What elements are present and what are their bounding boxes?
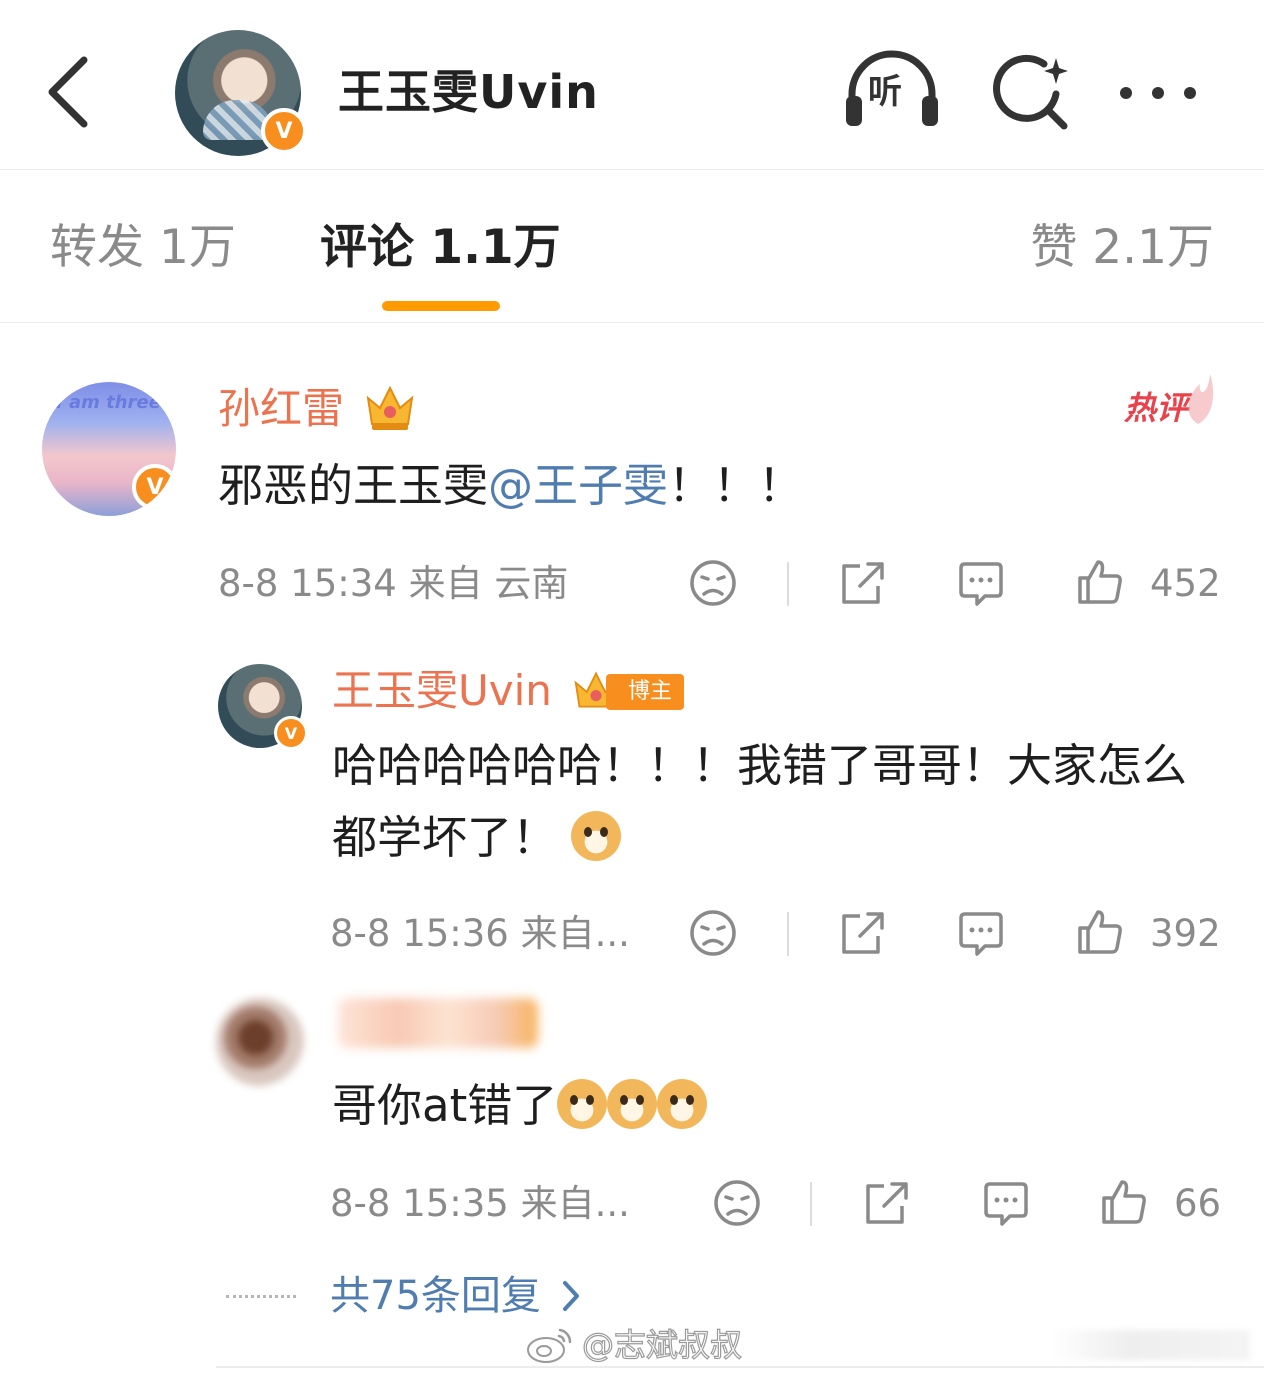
reply-author-name[interactable]: 王玉雯Uvin [332,664,552,718]
chevron-left-icon [48,56,88,128]
hot-comment-tag: 热评 [1124,389,1189,427]
tab-active-indicator [382,301,500,311]
share-icon [866,1182,908,1224]
dotted-divider [226,1294,296,1298]
comment-bubble-icon [959,562,1003,606]
weibo-watermark: @志斌叔叔 [526,1320,743,1370]
reply-meta: 8-8 15:35 来自... [330,1182,630,1225]
reply-button[interactable] [980,1178,1032,1230]
comment-text-suffix: ！！！ [668,459,804,512]
like-button[interactable] [1074,556,1126,608]
dot-icon [1120,87,1132,99]
like-count: 452 [1150,562,1221,605]
thumbs-up-icon [1102,1180,1146,1224]
reply-button[interactable] [955,558,1007,610]
blurred-region [1050,1330,1250,1360]
share-icon [842,562,884,604]
dot-icon [1152,87,1164,99]
dislike-face-icon [690,910,736,956]
reply-avatar-blurred[interactable] [216,998,304,1086]
like-count: 66 [1174,1182,1222,1225]
blogger-badge: 博主 [606,674,685,710]
dot-icon [1184,87,1196,99]
comment-bubble-icon [984,1182,1028,1226]
thumbs-up-icon [1078,560,1122,604]
reply-text-body: 哥你at错了 [332,1079,558,1132]
tab-comment[interactable]: 评论 1.1万 [320,217,561,279]
divider [810,1182,812,1226]
flame-icon [1188,374,1214,424]
share-icon [842,912,884,954]
commenter-avatar[interactable]: I am three V [42,382,176,516]
comment-bubble-icon [959,912,1003,956]
reply-text: 哥你at错了 [332,1070,1192,1142]
search-sparkle-icon [993,54,1068,130]
search-button[interactable] [990,52,1076,138]
tab-repost[interactable]: 转发 1万 [50,217,236,279]
back-button[interactable] [40,52,100,132]
reply-meta: 8-8 15:36 来自... [330,912,630,955]
verified-badge: V [261,108,307,154]
dislike-button[interactable] [712,1178,762,1228]
blogger-avatar[interactable]: V [175,30,307,156]
share-button[interactable] [860,1178,912,1228]
reply-avatar[interactable]: V [218,664,308,750]
reply-button[interactable] [955,908,1007,960]
dislike-face-icon [714,1180,760,1226]
listen-button[interactable]: 听 [842,50,942,134]
comment-meta: 8-8 15:34 来自 云南 [218,562,569,605]
share-button[interactable] [836,558,888,608]
doge-emoji-icon [607,1079,658,1129]
reply-text-body: 哈哈哈哈哈哈！！！我错了哥哥！大家怎么都学坏了！ [332,739,1188,864]
thumbs-up-icon [1078,910,1122,954]
like-button[interactable] [1098,1176,1150,1228]
doge-emoji-icon [557,1079,608,1129]
tab-bar: 转发 1万 评论 1.1万 赞 2.1万 [0,171,1264,323]
dislike-face-icon [690,560,736,606]
doge-emoji-icon [571,811,622,861]
avatar-caption: I am three [56,392,161,413]
crown-icon [366,385,414,430]
commenter-name[interactable]: 孙红雷 [218,382,344,436]
share-button[interactable] [836,908,888,958]
view-all-replies-link[interactable]: 共75条回复 [226,1266,581,1326]
comment-text-prefix: 邪恶的王玉雯 [218,459,489,512]
like-button[interactable] [1074,906,1126,958]
dislike-button[interactable] [688,558,738,608]
page-title[interactable]: 王玉雯Uvin [338,62,599,122]
chevron-right-icon [562,1281,579,1311]
bottom-divider [216,1366,1264,1368]
watermark-text: @志斌叔叔 [581,1325,743,1364]
divider [787,912,789,956]
verified-badge: V [132,464,176,510]
reply-text: 哈哈哈哈哈哈！！！我错了哥哥！大家怎么都学坏了！ [332,730,1192,874]
listen-label: 听 [868,72,902,112]
weibo-logo-icon [527,1328,572,1363]
tab-like[interactable]: 赞 2.1万 [1030,217,1214,279]
replies-count-label: 共75条回复 [330,1273,541,1319]
more-button[interactable] [1120,68,1220,118]
like-count: 392 [1150,912,1221,955]
reply-author-name-blurred[interactable] [338,998,538,1048]
top-bar: V 王玉雯Uvin 听 [0,0,1264,170]
verified-badge: V [274,716,308,750]
dislike-button[interactable] [688,908,738,958]
divider [787,562,789,606]
comment-text: 邪恶的王玉雯@王子雯！！！ [218,450,1178,522]
mention-link[interactable]: @王子雯 [488,459,668,512]
doge-emoji-icon [657,1079,708,1129]
